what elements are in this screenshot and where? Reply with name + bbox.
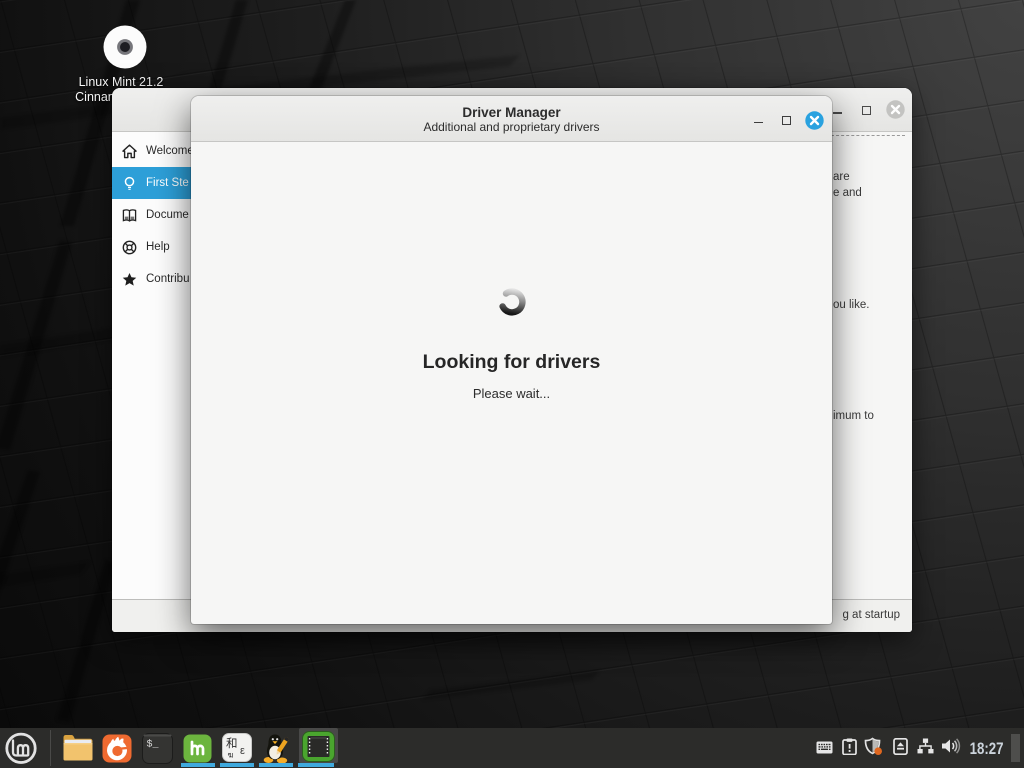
svg-text:和: 和: [226, 737, 238, 750]
svg-text:ฆ: ฆ: [228, 751, 234, 760]
svg-text:$_: $_: [147, 739, 160, 751]
svg-text:ε: ε: [240, 745, 245, 757]
